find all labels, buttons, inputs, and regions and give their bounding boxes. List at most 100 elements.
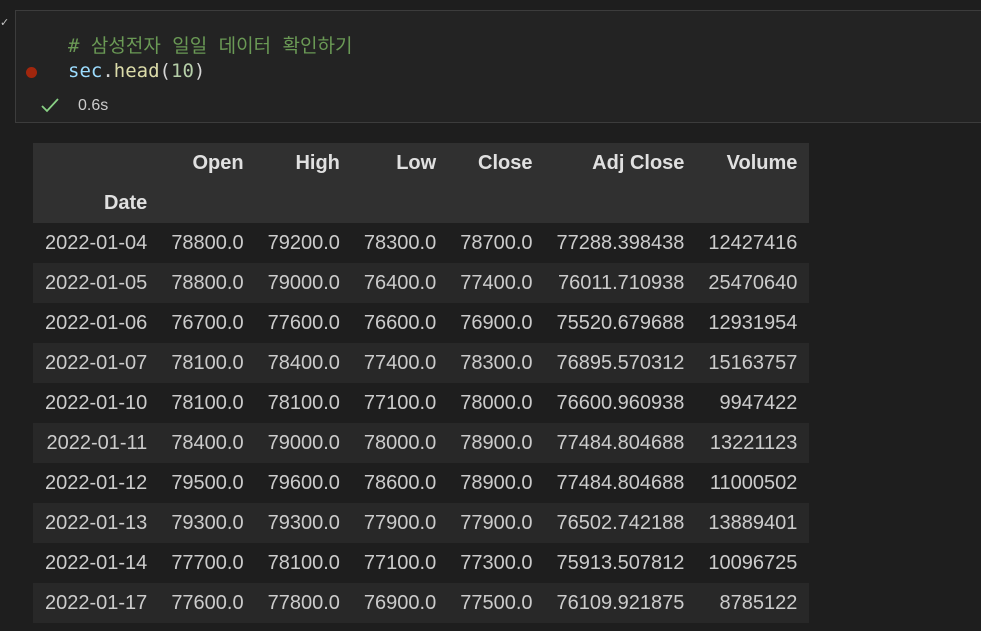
table-row: 2022-01-17 77600.0 77800.0 76900.0 77500… [33,583,810,623]
cell-volume: 12427416 [708,231,798,254]
cell-open: 78400.0 [171,431,244,454]
code-variable: sec [68,60,103,82]
corner-cell [33,143,160,183]
cell-close: 78900.0 [460,471,533,494]
column-header: Close [448,143,545,183]
cell-high: 79200.0 [267,231,340,254]
table-row: 2022-01-14 77700.0 78100.0 77100.0 77300… [33,543,810,583]
cell-close: 78300.0 [460,351,533,374]
table-row: 2022-01-11 78400.0 79000.0 78000.0 78900… [33,423,810,463]
code-statement[interactable]: sec.head(10) [68,60,205,82]
cell-open: 78100.0 [171,351,244,374]
cell-open: 76700.0 [171,311,244,334]
dataframe-table: Open High Low Close Adj Close Volume Dat… [33,143,810,623]
cell-low: 78600.0 [363,471,437,494]
check-icon [40,96,60,116]
execution-status: 0.6s [40,95,108,117]
cell-volume: 10096725 [708,551,798,574]
cell-volume: 12931954 [708,311,798,334]
table-row: 2022-01-06 76700.0 77600.0 76600.0 76900… [33,303,810,343]
cell-adj-close: 75913.507812 [556,551,685,574]
cell-low: 78300.0 [363,231,437,254]
table-row: 2022-01-07 78100.0 78400.0 77400.0 78300… [33,343,810,383]
cell-high: 78100.0 [267,391,340,414]
table-row: 2022-01-13 79300.0 79300.0 77900.0 77900… [33,503,810,543]
table-row: 2022-01-04 78800.0 79200.0 78300.0 78700… [33,223,810,263]
cell-high: 78400.0 [267,351,340,374]
cell-adj-close: 76895.570312 [556,351,685,374]
cell-close: 77900.0 [460,511,533,534]
cell-open: 79500.0 [171,471,244,494]
cell-volume: 11000502 [709,471,798,494]
cell-volume: 13221123 [709,431,798,454]
cell-open: 77700.0 [171,551,244,574]
cell-close: 78700.0 [460,231,533,254]
code-cell[interactable]: # 삼성전자 일일 데이터 확인하기 sec.head(10) 0.6s [15,10,981,123]
cell-high: 79300.0 [267,511,340,534]
cell-adj-close: 76600.960938 [556,391,685,414]
code-comment[interactable]: # 삼성전자 일일 데이터 확인하기 [68,31,352,58]
output-dataframe: Open High Low Close Adj Close Volume Dat… [33,143,810,623]
table-row: 2022-01-05 78800.0 79000.0 76400.0 77400… [33,263,810,303]
cell-adj-close: 77484.804688 [556,471,685,494]
column-header: Open [159,143,256,183]
cell-low: 77400.0 [363,351,437,374]
cell-close: 76900.0 [460,311,533,334]
cell-adj-close: 75520.679688 [556,311,685,334]
cell-low: 76600.0 [363,311,437,334]
execution-time: 0.6s [78,97,109,114]
cell-volume: 13889401 [708,511,798,534]
cell-close: 78000.0 [460,391,533,414]
cell-low: 77100.0 [363,551,437,574]
code-argument: 10 [171,60,194,82]
column-header: Volume [696,143,810,183]
index-name: Date [33,183,160,223]
column-header-row: Open High Low Close Adj Close Volume [33,143,810,183]
cell-close: 77300.0 [460,551,533,574]
cell-low: 77900.0 [363,511,437,534]
cell-volume: 25470640 [708,271,798,294]
cell-adj-close: 77484.804688 [556,431,685,454]
row-index-date: 2022-01-10 [45,391,148,414]
cell-adj-close: 76011.710938 [557,271,685,294]
cell-high: 77800.0 [267,591,340,614]
breakpoint-icon[interactable] [26,67,37,78]
row-index-date: 2022-01-06 [45,311,148,334]
cell-close: 77400.0 [460,271,533,294]
cell-adj-close: 76109.921875 [556,591,685,614]
cell-high: 78100.0 [267,551,340,574]
cell-low: 76900.0 [363,591,437,614]
cell-open: 78800.0 [171,231,244,254]
cell-open: 78800.0 [171,271,244,294]
cell-close: 78900.0 [460,431,533,454]
cell-low: 76400.0 [363,271,437,294]
code-function: head [113,60,160,82]
cell-adj-close: 76502.742188 [556,511,685,534]
row-index-date: 2022-01-12 [45,471,148,494]
table-row: 2022-01-12 79500.0 79600.0 78600.0 78900… [33,463,810,503]
cell-open: 78100.0 [171,391,244,414]
index-header-row: Date [33,183,810,223]
cell-adj-close: 77288.398438 [556,231,685,254]
row-index-date: 2022-01-11 [46,431,148,454]
cell-volume: 8785122 [719,591,798,614]
code-dot: . [102,60,114,82]
row-index-date: 2022-01-13 [45,511,148,534]
cell-volume: 9947422 [719,391,798,414]
cell-close: 77500.0 [460,591,533,614]
collapse-chevron-icon[interactable]: ✓ [0,18,10,29]
cell-volume: 15163757 [708,351,798,374]
table-row: 2022-01-10 78100.0 78100.0 77100.0 78000… [33,383,810,423]
cell-low: 78000.0 [363,431,437,454]
row-index-date: 2022-01-14 [45,551,148,574]
row-index-date: 2022-01-05 [45,271,148,294]
cell-open: 79300.0 [171,511,244,534]
column-header: Adj Close [544,143,697,183]
cell-high: 77600.0 [267,311,340,334]
cell-open: 77600.0 [171,591,244,614]
cell-low: 77100.0 [363,391,437,414]
code-paren-open: ( [159,60,171,82]
cell-high: 79600.0 [267,471,340,494]
code-paren-close: ) [193,60,206,82]
cell-high: 79000.0 [267,271,340,294]
